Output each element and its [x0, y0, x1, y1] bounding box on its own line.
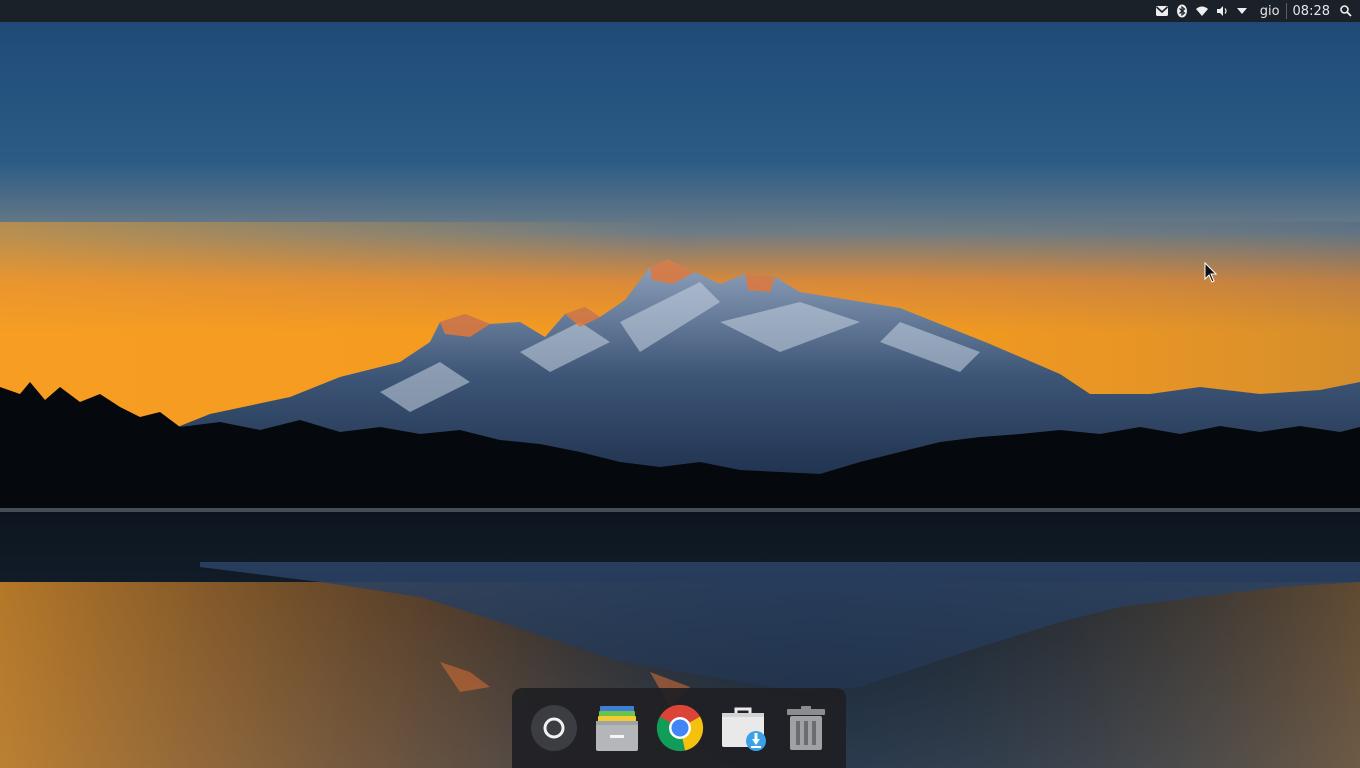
search-icon[interactable]: [1338, 3, 1354, 19]
launcher-icon[interactable]: [527, 701, 581, 755]
panel-separator: [1285, 3, 1287, 19]
dropdown-arrow-icon[interactable]: [1234, 3, 1250, 19]
volume-icon[interactable]: [1214, 3, 1230, 19]
top-panel: gio 08:28: [0, 0, 1360, 22]
clock[interactable]: 08:28: [1293, 4, 1330, 19]
chrome-icon[interactable]: [653, 701, 707, 755]
dock: [512, 688, 846, 768]
mouse-pointer-icon: [1204, 261, 1218, 284]
trash-icon[interactable]: [779, 701, 833, 755]
bluetooth-icon[interactable]: [1174, 3, 1190, 19]
desktop-wallpaper: [0, 22, 1360, 768]
wifi-icon[interactable]: [1194, 3, 1210, 19]
mail-icon[interactable]: [1154, 3, 1170, 19]
user-name[interactable]: gio: [1260, 4, 1280, 19]
software-center-icon[interactable]: [716, 701, 770, 755]
files-icon[interactable]: [590, 701, 644, 755]
